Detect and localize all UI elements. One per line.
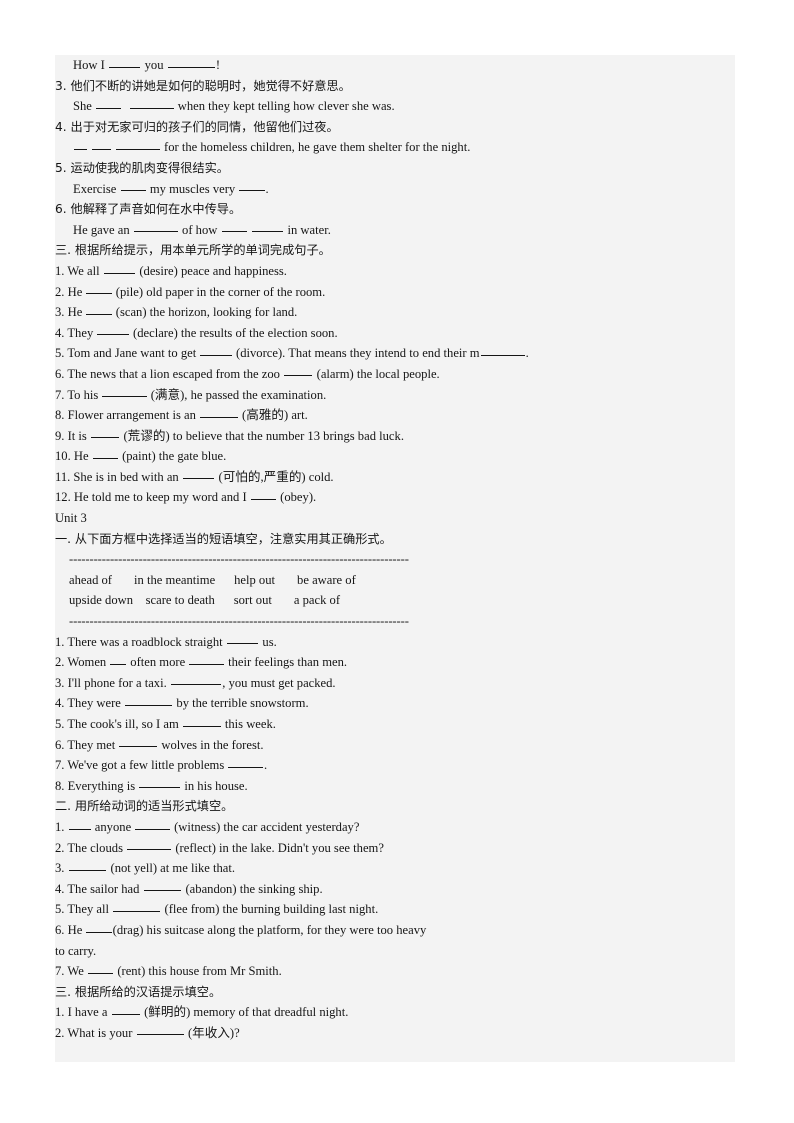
answer-blank	[90, 426, 120, 439]
chinese-instruction-line: 三. 根据所给的汉语提示填空。	[55, 984, 222, 999]
answer-blank	[111, 1002, 140, 1015]
exercise-line: Unit 3	[55, 511, 87, 526]
exercise-line: Exercise my muscles very .	[55, 179, 735, 200]
exercise-line: 2. Women often more their feelings than …	[55, 652, 735, 673]
exercise-line: 11. She is in bed with an (可怕的,严重的) cold…	[55, 467, 735, 488]
answer-blank	[74, 137, 87, 150]
answer-blank	[182, 467, 215, 480]
worksheet-content-block: How I you ! 3. 他们不断的讲她是如何的聪明时，她觉得不好意思。 She…	[55, 55, 735, 1062]
answer-blank	[228, 755, 264, 768]
exercise-line: 2. The clouds (reflect) in the lake. Did…	[55, 838, 735, 859]
answer-blank	[127, 838, 172, 851]
exercise-line: 7. We've got a few little problems .	[55, 755, 735, 776]
answer-blank	[113, 899, 161, 912]
exercise-line: 2. He (pile) old paper in the corner of …	[55, 282, 735, 303]
exercise-line: 9. It is (荒谬的) to believe that the numbe…	[55, 426, 735, 447]
exercise-line: 1. I have a (鲜明的) memory of that dreadfu…	[55, 1002, 735, 1023]
answer-blank	[221, 220, 247, 233]
chinese-instruction-line: 4. 出于对无家可归的孩子们的同情，他留他们过夜。	[55, 119, 339, 134]
chinese-instruction-line: 三. 根据所给提示，用本单元所学的单词完成句子。	[55, 243, 331, 258]
answer-blank	[91, 137, 111, 150]
answer-blank	[115, 137, 160, 150]
answer-blank	[200, 405, 238, 418]
exercise-line: How I you !	[55, 55, 735, 76]
exercise-line: 1. We all (desire) peace and happiness.	[55, 261, 735, 282]
exercise-line: 5. They all (flee from) the burning buil…	[55, 899, 735, 920]
exercise-line: for the homeless children, he gave them …	[55, 137, 735, 158]
worksheet-page: How I you ! 3. 他们不断的讲她是如何的聪明时，她觉得不好意思。 She…	[0, 0, 794, 1123]
answer-blank	[103, 261, 136, 274]
answer-blank	[129, 96, 174, 109]
answer-blank	[119, 735, 158, 748]
chinese-instruction-line: 二. 用所给动词的适当形式填空。	[55, 799, 234, 814]
exercise-line: 8. Everything is in his house.	[55, 776, 735, 797]
exercise-line: 10. He (paint) the gate blue.	[55, 446, 735, 467]
chinese-instruction-line: 3. 他们不断的讲她是如何的聪明时，她觉得不好意思。	[55, 78, 351, 93]
answer-blank	[108, 55, 141, 68]
answer-blank	[92, 446, 118, 459]
answer-blank	[96, 96, 122, 109]
answer-blank	[86, 282, 112, 295]
exercise-line: 4. They (declare) the results of the ele…	[55, 323, 735, 344]
answer-blank	[68, 858, 107, 871]
exercise-line: 8. Flower arrangement is an (高雅的) art.	[55, 405, 735, 426]
exercise-line: 6. The news that a lion escaped from the…	[55, 364, 735, 385]
answer-blank	[86, 920, 112, 933]
answer-blank	[87, 961, 114, 974]
answer-blank	[250, 487, 276, 501]
answer-blank	[136, 1023, 184, 1036]
exercise-line: He gave an of how in water.	[55, 220, 735, 241]
answer-blank	[189, 652, 224, 665]
exercise-line: 12. He told me to keep my word and I (ob…	[55, 487, 735, 508]
exercise-line: 3. He (scan) the horizon, looking for la…	[55, 302, 735, 323]
word-bank-row: ahead of in the meantime help out be awa…	[69, 572, 356, 587]
exercise-line: 7. To his (满意), he passed the examinatio…	[55, 385, 735, 406]
chinese-instruction-line: 5. 运动使我的肌肉变得很结实。	[55, 160, 229, 175]
answer-blank	[251, 220, 284, 233]
answer-blank	[480, 343, 525, 356]
exercise-line: 7. We (rent) this house from Mr Smith.	[55, 961, 735, 982]
exercise-line: to carry.	[55, 943, 97, 958]
answer-blank	[135, 817, 170, 830]
answer-blank	[68, 817, 91, 830]
answer-blank	[284, 364, 313, 377]
answer-blank	[120, 179, 146, 192]
answer-blank	[133, 220, 178, 233]
exercise-line: 6. They met wolves in the forest.	[55, 735, 735, 756]
exercise-line: She when they kept telling how clever sh…	[55, 96, 735, 117]
exercise-line: 3. I'll phone for a taxi. , you must get…	[55, 673, 735, 694]
exercise-line: 2. What is your (年收入)?	[55, 1023, 735, 1044]
exercise-line: 1. anyone (witness) the car accident yes…	[55, 817, 735, 838]
exercise-line: 6. He (drag) his suitcase along the plat…	[55, 920, 735, 941]
answer-blank	[139, 776, 181, 789]
exercise-line: 5. Tom and Jane want to get (divorce). T…	[55, 343, 735, 364]
dashed-separator: ----------------------------------------…	[69, 614, 409, 629]
exercise-line: 5. The cook's ill, so I am this week.	[55, 714, 735, 735]
answer-blank	[167, 55, 215, 68]
answer-blank	[226, 632, 259, 645]
chinese-instruction-line: 一. 从下面方框中选择适当的短语填空，注意实用其正确形式。	[55, 531, 392, 546]
answer-blank	[182, 714, 221, 727]
answer-blank	[170, 673, 222, 686]
chinese-instruction-line: 6. 他解释了声音如何在水中传导。	[55, 202, 242, 217]
answer-blank	[110, 652, 127, 665]
answer-blank	[86, 302, 112, 315]
answer-blank	[102, 385, 147, 398]
exercise-line: 4. The sailor had (abandon) the sinking …	[55, 879, 735, 900]
exercise-line: 3. (not yell) at me like that.	[55, 858, 735, 879]
exercise-line: 4. They were by the terrible snowstorm.	[55, 693, 735, 714]
answer-blank	[125, 693, 173, 706]
word-bank-row: upside down scare to death sort out a pa…	[69, 593, 341, 608]
answer-blank	[239, 179, 265, 192]
answer-blank	[200, 343, 232, 356]
answer-blank	[143, 879, 182, 892]
dashed-separator: ----------------------------------------…	[69, 552, 409, 567]
answer-blank	[97, 323, 129, 336]
exercise-line: 1. There was a roadblock straight us.	[55, 632, 735, 653]
